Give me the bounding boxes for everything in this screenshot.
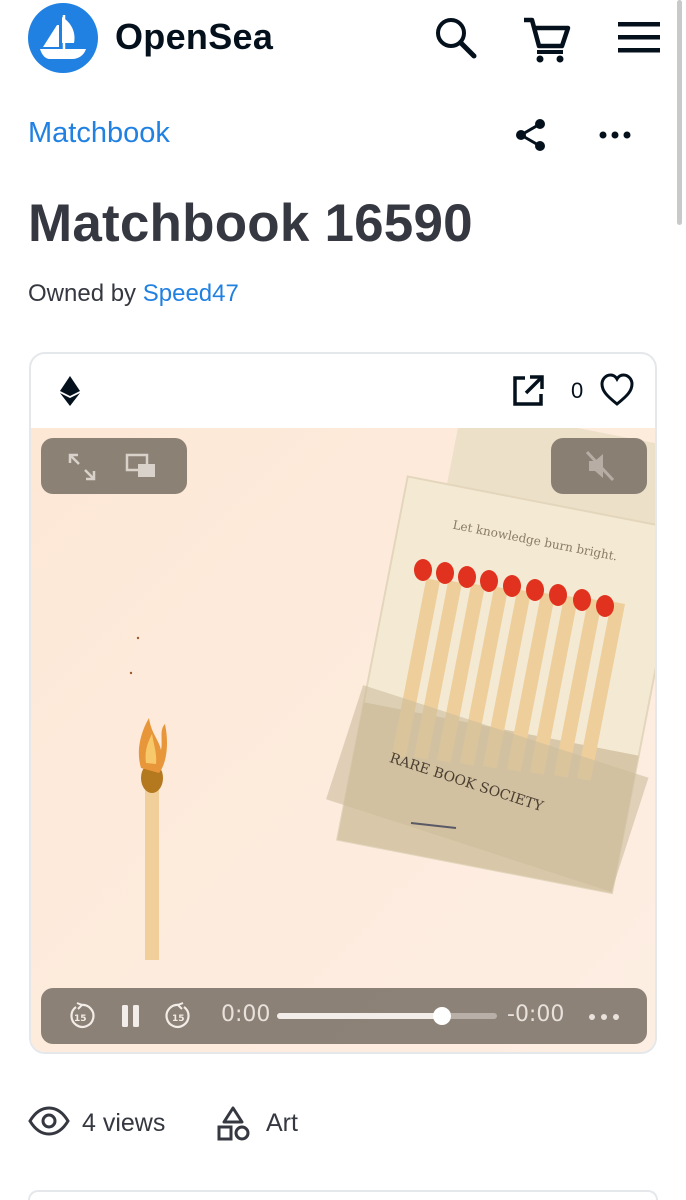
next-section-card-edge [28, 1190, 658, 1200]
remaining-time: -0:00 [507, 1002, 565, 1027]
app-header: OpenSea [0, 0, 686, 80]
category-shapes-icon [216, 1106, 250, 1142]
artwork-media[interactable]: Let knowledge burn bright. RARE BOOK SOC… [31, 428, 655, 1052]
seek-handle[interactable] [433, 1007, 451, 1025]
forward-15-icon[interactable]: 15 [165, 1002, 193, 1030]
svg-text:15: 15 [172, 1014, 185, 1024]
mute-icon[interactable] [585, 450, 615, 482]
matchbook-artwork: Let knowledge burn bright. RARE BOOK SOC… [31, 428, 655, 1052]
open-external-icon[interactable] [511, 374, 545, 408]
expand-icon[interactable] [67, 452, 97, 482]
card-header: 0 [31, 354, 655, 428]
more-options-icon[interactable] [598, 126, 632, 144]
owner-link[interactable]: Speed47 [143, 280, 239, 307]
eye-icon [28, 1106, 70, 1136]
hamburger-menu-icon[interactable] [616, 14, 662, 60]
seek-bar-progress [277, 1013, 442, 1019]
svg-text:15: 15 [74, 1014, 87, 1024]
mute-button[interactable] [551, 438, 647, 494]
player-more-icon[interactable] [587, 1010, 621, 1022]
item-stats: 4 views Art [28, 1100, 668, 1150]
page-scrollbar[interactable] [677, 0, 682, 225]
ethereum-icon [59, 376, 81, 406]
share-icon[interactable] [512, 116, 550, 154]
category-link[interactable]: Art [266, 1109, 298, 1138]
collection-link[interactable]: Matchbook [28, 117, 170, 150]
view-controls [41, 438, 187, 494]
item-title: Matchbook 16590 [28, 194, 473, 253]
audio-player: 15 15 0:00 -0:00 [41, 988, 647, 1044]
cart-icon[interactable] [522, 14, 571, 63]
item-media-card: 0 Let knowledge burn bright. RARE BOOK S… [29, 352, 657, 1054]
current-time: 0:00 [221, 1002, 271, 1027]
view-count: 4 views [82, 1109, 166, 1137]
owner-line: Owned by Speed47 [28, 280, 239, 308]
pause-icon[interactable] [121, 1002, 141, 1030]
rewind-15-icon[interactable]: 15 [67, 1002, 95, 1030]
favorite-count: 0 [571, 378, 584, 403]
search-icon[interactable] [432, 14, 478, 60]
picture-in-picture-icon[interactable] [125, 452, 157, 480]
owned-by-label: Owned by [28, 280, 137, 307]
opensea-logo-icon[interactable] [28, 3, 98, 73]
heart-icon[interactable] [599, 372, 635, 408]
seek-bar[interactable] [277, 1007, 497, 1025]
brand-name[interactable]: OpenSea [115, 16, 273, 58]
